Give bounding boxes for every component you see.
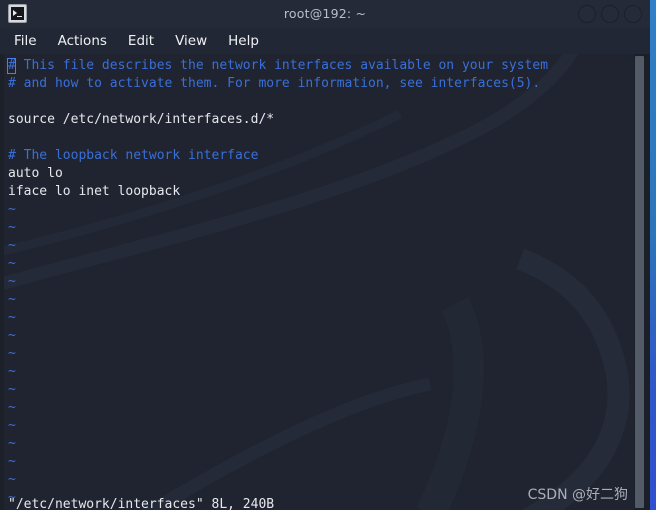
vim-empty-line-marker: ~	[8, 364, 16, 379]
vim-text-line: # and how to activate them. For more inf…	[8, 76, 541, 91]
vim-empty-line-marker: ~	[8, 274, 16, 289]
vim-empty-line-marker: ~	[8, 328, 16, 343]
vim-empty-line-marker: ~	[8, 292, 16, 307]
terminal-area[interactable]: # This file describes the network interf…	[0, 54, 650, 510]
vim-empty-line-marker: ~	[8, 436, 16, 451]
vim-empty-line-marker: ~	[8, 310, 16, 325]
vim-buffer[interactable]: # This file describes the network interf…	[0, 54, 634, 510]
maximize-button[interactable]	[601, 5, 619, 23]
terminal-scrollbar[interactable]	[634, 54, 650, 510]
terminal-left-border	[0, 54, 4, 510]
vim-text-line: # The loopback network interface	[8, 148, 259, 163]
vim-empty-line-marker: ~	[8, 220, 16, 235]
vim-status-line: "/etc/network/interfaces" 8L, 240B 1,1 A…	[0, 478, 634, 510]
vim-empty-line-marker: ~	[8, 400, 16, 415]
menu-item-file[interactable]: File	[14, 33, 37, 49]
terminal-window: root@192: ~ File Actions Edit View Help	[0, 0, 650, 510]
title-bar[interactable]: root@192: ~	[0, 0, 650, 29]
vim-text-line: # This file describes the network interf…	[8, 58, 549, 73]
scrollbar-thumb[interactable]	[635, 56, 644, 508]
desktop-background-edge	[650, 0, 656, 510]
vim-cursor	[7, 58, 16, 74]
menu-item-help[interactable]: Help	[228, 33, 259, 49]
menu-item-view[interactable]: View	[175, 33, 207, 49]
vim-empty-line-marker: ~	[8, 418, 16, 433]
menu-item-actions[interactable]: Actions	[58, 33, 107, 49]
vim-empty-line-marker: ~	[8, 202, 16, 217]
status-file-info: "/etc/network/interfaces" 8L, 240B	[8, 497, 275, 510]
minimize-button[interactable]	[578, 5, 596, 23]
vim-empty-line-marker: ~	[8, 256, 16, 271]
vim-empty-line-marker: ~	[8, 238, 16, 253]
vim-text-line: iface lo inet loopback	[8, 184, 181, 199]
vim-empty-line-marker: ~	[8, 382, 16, 397]
menu-item-edit[interactable]: Edit	[128, 33, 154, 49]
vim-text-line: auto lo	[8, 166, 63, 181]
vim-empty-line-marker: ~	[8, 346, 16, 361]
menu-bar: File Actions Edit View Help	[0, 28, 650, 54]
vim-text-line: source /etc/network/interfaces.d/*	[8, 112, 275, 127]
vim-empty-line-marker: ~	[8, 454, 16, 469]
close-button[interactable]	[624, 5, 642, 23]
window-title: root@192: ~	[283, 6, 367, 21]
window-controls	[578, 5, 642, 23]
